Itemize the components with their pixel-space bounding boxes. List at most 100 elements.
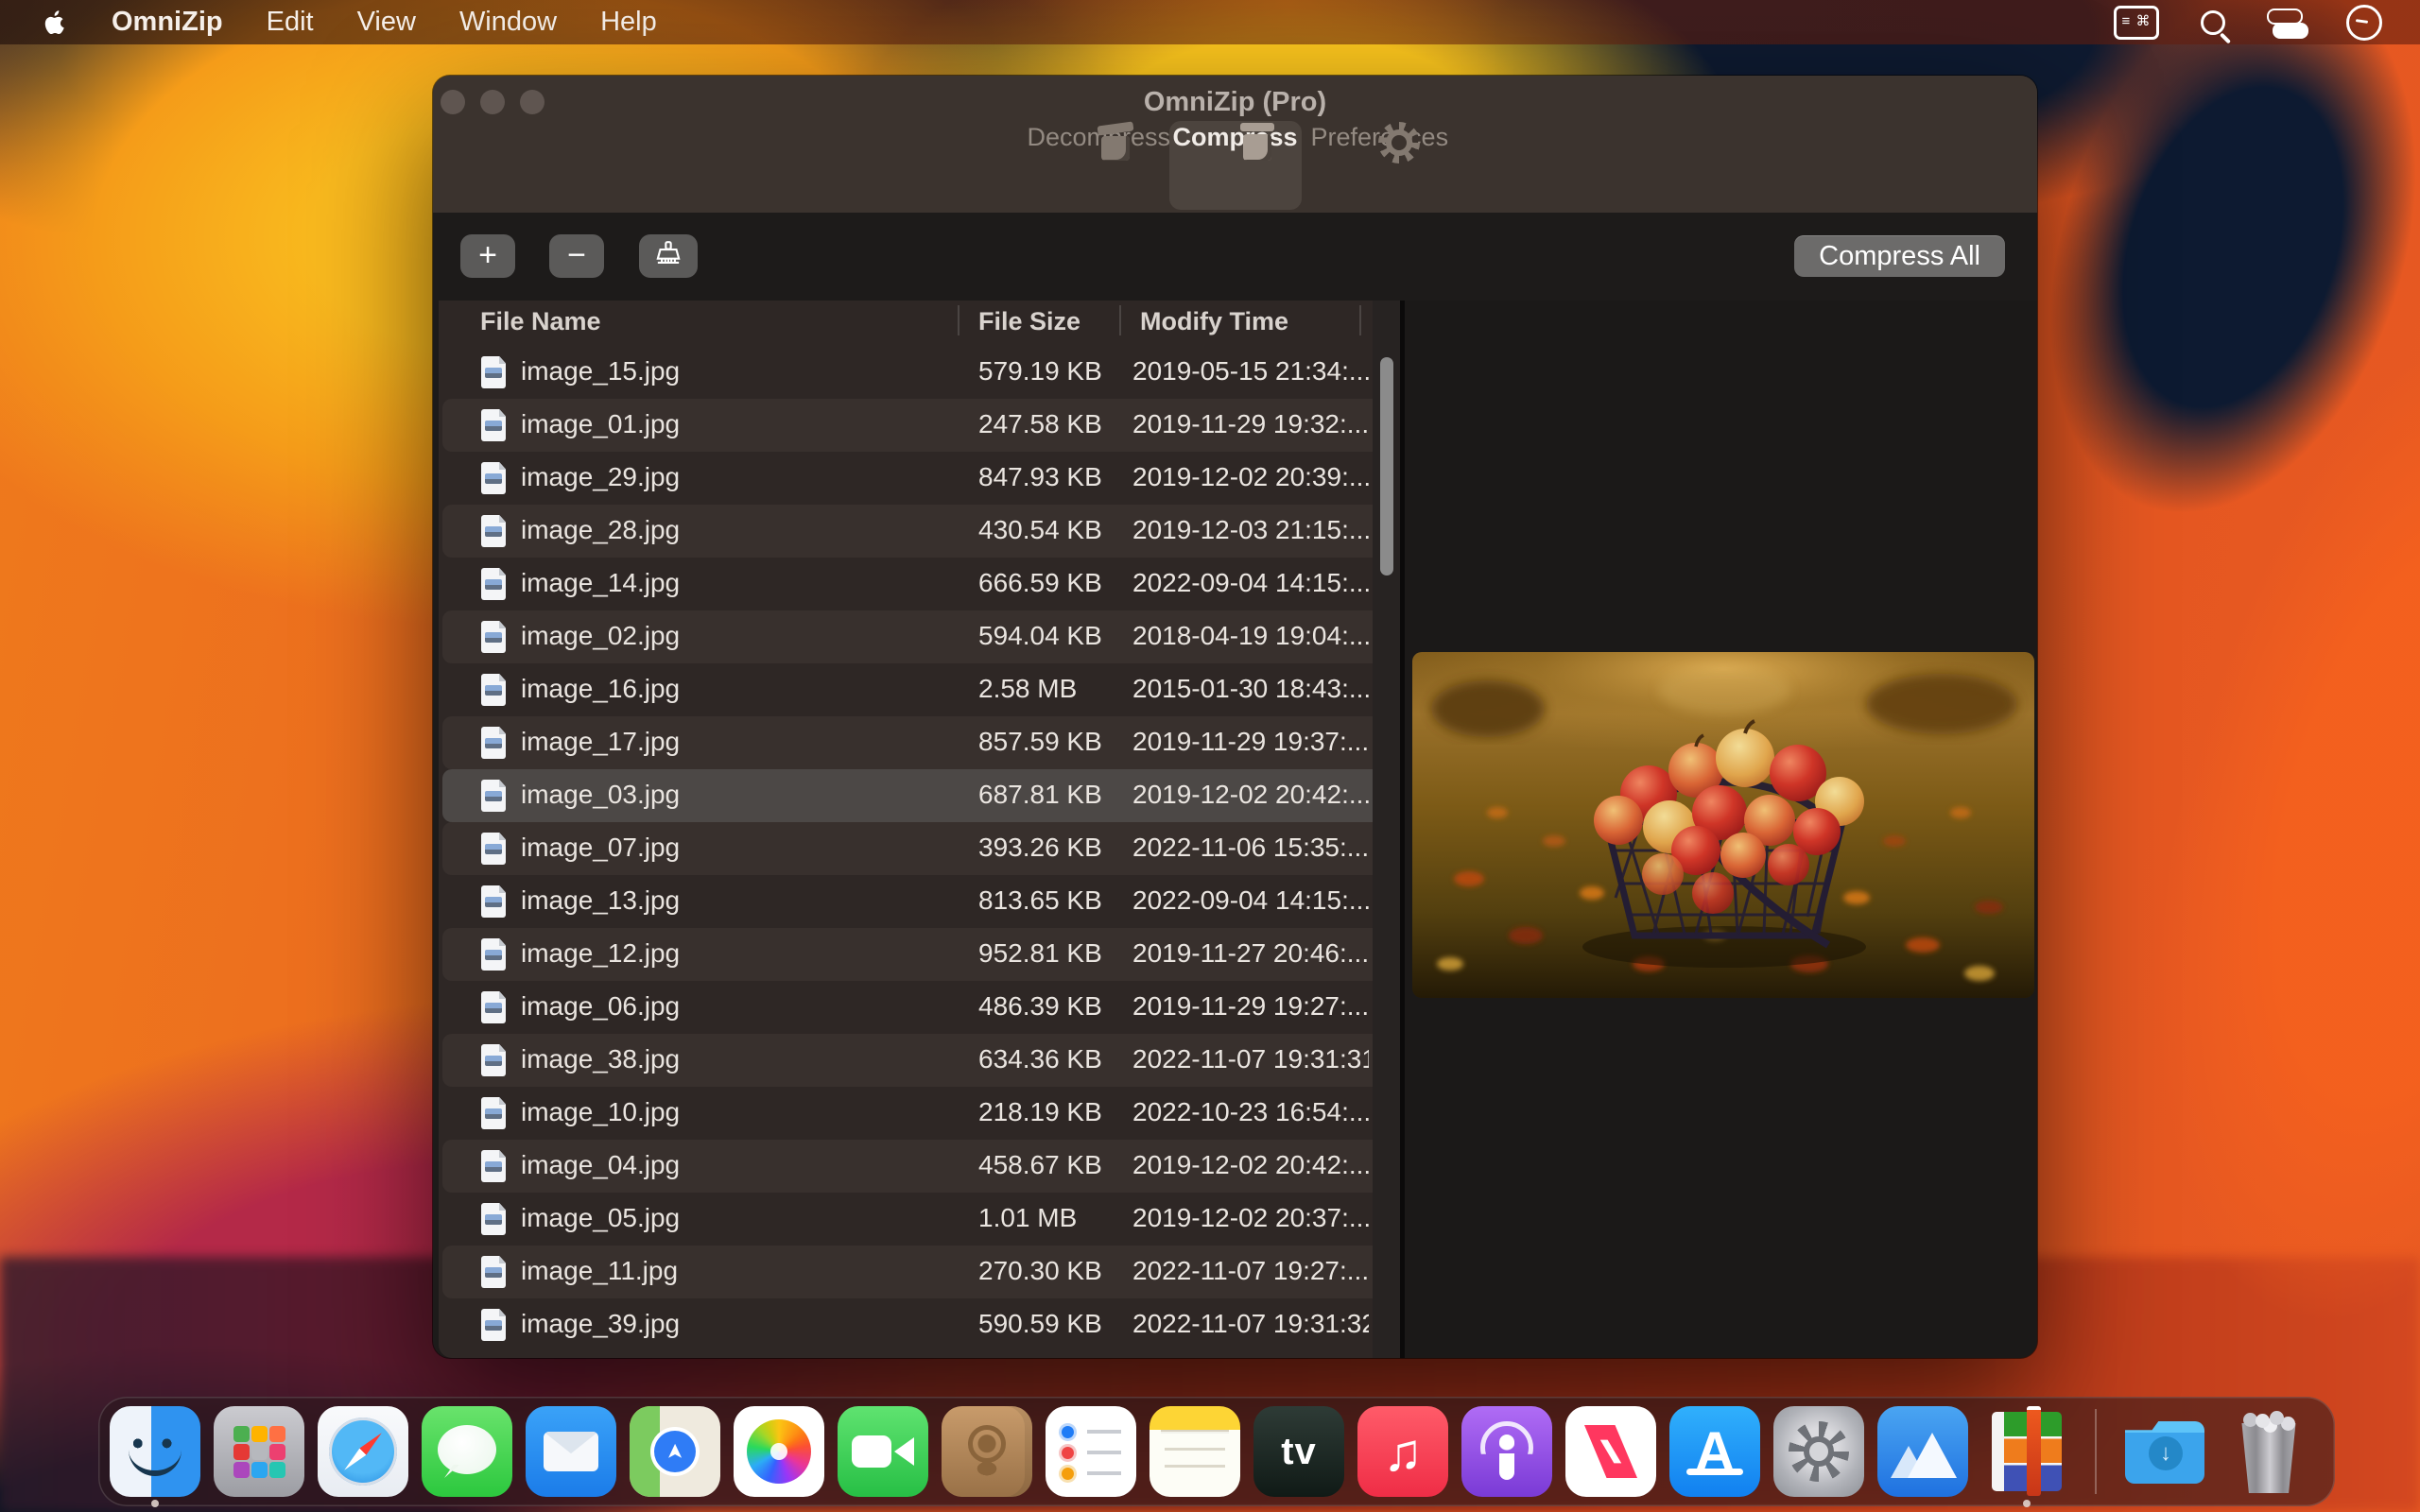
dock-omnizip-icon[interactable] [1877, 1406, 1968, 1497]
dock-messages-icon[interactable] [422, 1406, 512, 1497]
table-row[interactable]: image_02.jpg 594.04 KB 2018-04-19 19:04:… [442, 610, 1396, 663]
toolbar-tab[interactable]: Decompress [1028, 121, 1160, 210]
file-size: 813.65 KB [978, 885, 1102, 916]
modify-time: 2022-11-07 19:31:32 [1132, 1309, 1369, 1339]
menu-item[interactable]: Edit [267, 7, 314, 38]
modify-time: 2019-11-29 19:32:... [1132, 409, 1369, 439]
scrollbar-thumb[interactable] [1380, 357, 1393, 576]
file-name: image_17.jpg [521, 727, 680, 757]
dock-maps-icon[interactable] [630, 1406, 720, 1497]
modify-time: 2018-04-19 19:04:... [1132, 621, 1369, 651]
column-header-modify-time[interactable]: Modify Time [1140, 307, 1288, 336]
clear-list-button[interactable] [639, 234, 698, 278]
action-toolbar: + − Compress All [433, 213, 2037, 301]
toolbar-tab[interactable]: Preferences [1311, 121, 1443, 210]
file-size: 430.54 KB [978, 515, 1102, 545]
dock-facetime-icon[interactable] [838, 1406, 928, 1497]
file-size: 952.81 KB [978, 938, 1102, 969]
menu-item[interactable]: Help [600, 7, 657, 38]
table-row[interactable]: image_29.jpg 847.93 KB 2019-12-02 20:39:… [442, 452, 1396, 505]
table-row[interactable]: image_14.jpg 666.59 KB 2022-09-04 14:15:… [442, 558, 1396, 610]
omnizip-window: OmniZip (Pro) Decompress Compress [433, 76, 2037, 1358]
modify-time: 2022-11-06 15:35:... [1132, 833, 1369, 863]
table-row[interactable]: image_12.jpg 952.81 KB 2019-11-27 20:46:… [442, 928, 1396, 981]
control-center-icon[interactable] [2267, 9, 2305, 37]
jpg-file-icon [481, 833, 506, 865]
modify-time: 2022-11-07 19:31:31 [1132, 1044, 1369, 1074]
dock-finder-icon[interactable] [110, 1406, 200, 1497]
dock-divider [2095, 1409, 2097, 1494]
table-row[interactable]: image_11.jpg 270.30 KB 2022-11-07 19:27:… [442, 1246, 1396, 1298]
dock-launchpad-icon[interactable] [214, 1406, 304, 1497]
menu-item[interactable]: View [357, 7, 416, 38]
table-row[interactable]: image_15.jpg 579.19 KB 2019-05-15 21:34:… [442, 346, 1396, 399]
table-row[interactable]: image_04.jpg 458.67 KB 2019-12-02 20:42:… [442, 1140, 1396, 1193]
column-divider[interactable] [958, 305, 959, 335]
dock-system-settings-icon[interactable] [1773, 1406, 1864, 1497]
compress-all-button[interactable]: Compress All [1794, 235, 2005, 277]
dock-contacts-icon[interactable] [942, 1406, 1032, 1497]
table-row[interactable]: image_39.jpg 590.59 KB 2022-11-07 19:31:… [442, 1298, 1396, 1351]
file-name: image_11.jpg [521, 1256, 678, 1286]
jpg-file-icon [481, 938, 506, 971]
dock-winrar-icon[interactable] [1981, 1406, 2072, 1497]
table-row[interactable]: image_10.jpg 218.19 KB 2022-10-23 16:54:… [442, 1087, 1396, 1140]
dock-photos-icon[interactable] [734, 1406, 824, 1497]
add-files-button[interactable]: + [460, 234, 515, 278]
dock-appstore-icon[interactable] [1669, 1406, 1760, 1497]
column-divider[interactable] [1359, 305, 1361, 335]
file-name: image_13.jpg [521, 885, 680, 916]
window-titlebar[interactable]: OmniZip (Pro) Decompress Compress [433, 76, 2037, 213]
apples-basket-photo [1412, 652, 2034, 998]
clock-icon[interactable] [2346, 5, 2382, 41]
apple-menu-icon[interactable] [43, 9, 68, 37]
table-row[interactable]: image_17.jpg 857.59 KB 2019-11-29 19:37:… [442, 716, 1396, 769]
toolbar-tab[interactable]: Compress [1169, 121, 1302, 210]
jpg-file-icon [481, 568, 506, 600]
dock-mail-icon[interactable] [526, 1406, 616, 1497]
search-icon[interactable] [2201, 10, 2225, 35]
dock-reminders-icon[interactable] [1046, 1406, 1136, 1497]
table-row[interactable]: image_05.jpg 1.01 MB 2019-12-02 20:37:..… [442, 1193, 1396, 1246]
modify-time: 2019-12-03 21:15:... [1132, 515, 1369, 545]
table-row[interactable]: image_28.jpg 430.54 KB 2019-12-03 21:15:… [442, 505, 1396, 558]
file-name: image_02.jpg [521, 621, 680, 651]
column-header-file-size[interactable]: File Size [978, 307, 1080, 336]
tab-label: Decompress [1028, 123, 1160, 152]
remove-files-button[interactable]: − [549, 234, 604, 278]
table-row[interactable]: image_13.jpg 813.65 KB 2022-09-04 14:15:… [442, 875, 1396, 928]
file-name: image_12.jpg [521, 938, 680, 969]
dock-downloads-icon[interactable] [2119, 1406, 2210, 1497]
file-size: 687.81 KB [978, 780, 1102, 810]
jpg-file-icon [481, 674, 506, 706]
table-row[interactable]: image_16.jpg 2.58 MB 2015-01-30 18:43:..… [442, 663, 1396, 716]
modify-time: 2019-12-02 20:42:... [1132, 780, 1369, 810]
menu-bar: OmniZip Edit View Window Help ≡ ⌘ [0, 0, 2420, 44]
table-row[interactable]: image_03.jpg 687.81 KB 2019-12-02 20:42:… [442, 769, 1396, 822]
table-row[interactable]: image_06.jpg 486.39 KB 2019-11-29 19:27:… [442, 981, 1396, 1034]
file-size: 857.59 KB [978, 727, 1102, 757]
table-row[interactable]: image_07.jpg 393.26 KB 2022-11-06 15:35:… [442, 822, 1396, 875]
modify-time: 2019-05-15 21:34:... [1132, 356, 1369, 387]
dock-trash-icon[interactable] [2223, 1406, 2314, 1497]
dock-music-icon[interactable] [1357, 1406, 1448, 1497]
dock-safari-icon[interactable] [318, 1406, 408, 1497]
column-divider[interactable] [1119, 305, 1121, 335]
table-row[interactable]: image_38.jpg 634.36 KB 2022-11-07 19:31:… [442, 1034, 1396, 1087]
column-header-file-name[interactable]: File Name [480, 307, 601, 336]
dock-podcasts-icon[interactable] [1461, 1406, 1552, 1497]
file-name: image_38.jpg [521, 1044, 680, 1074]
dock-notes-icon[interactable] [1150, 1406, 1240, 1497]
tab-label: Preferences [1311, 123, 1443, 152]
menu-item[interactable]: Window [459, 7, 557, 38]
jpg-file-icon [481, 462, 506, 494]
file-name: image_07.jpg [521, 833, 680, 863]
file-name: image_14.jpg [521, 568, 680, 598]
dock-appletv-icon[interactable] [1253, 1406, 1344, 1497]
table-row[interactable]: image_01.jpg 247.58 KB 2019-11-29 19:32:… [442, 399, 1396, 452]
menu-app-name[interactable]: OmniZip [112, 7, 223, 38]
dock-news-icon[interactable] [1565, 1406, 1656, 1497]
file-name: image_29.jpg [521, 462, 680, 492]
input-source-icon[interactable]: ≡ ⌘ [2114, 6, 2159, 40]
jpg-file-icon [481, 409, 506, 441]
